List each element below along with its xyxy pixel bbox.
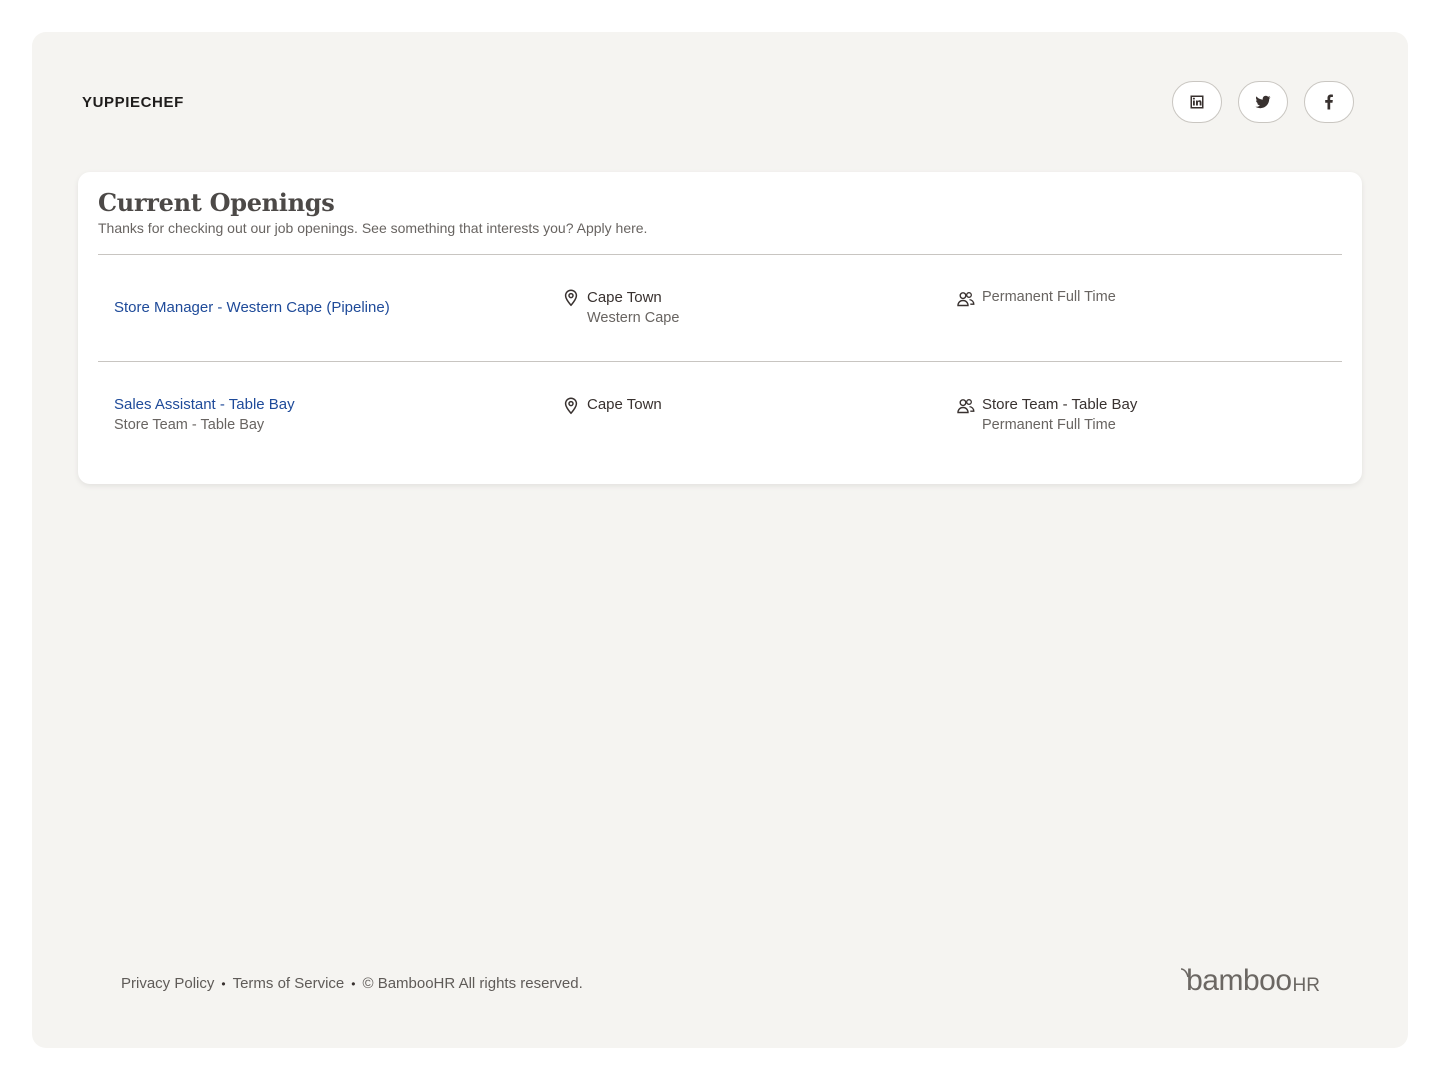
openings-card: Current Openings Thanks for checking out… xyxy=(78,172,1362,484)
job-title-link[interactable]: Sales Assistant - Table Bay xyxy=(114,396,295,413)
job-department: Store Team - Table Bay xyxy=(114,417,265,433)
people-icon xyxy=(957,292,975,307)
social-links xyxy=(1172,81,1354,123)
linkedin-button[interactable] xyxy=(1172,81,1222,123)
privacy-policy-link[interactable]: Privacy Policy xyxy=(121,975,214,992)
location-pin-icon xyxy=(564,397,578,415)
facebook-button[interactable] xyxy=(1304,81,1354,123)
twitter-icon xyxy=(1255,95,1271,109)
copyright-text: © BambooHR All rights reserved. xyxy=(362,975,583,992)
job-region: Western Cape xyxy=(587,310,680,326)
job-team: Store Team - Table Bay xyxy=(982,396,1138,413)
page-frame: YUPPIECHEF Current Openings Thanks for c… xyxy=(32,32,1408,1048)
job-title-link[interactable]: Store Manager - Western Cape (Pipeline) xyxy=(114,299,390,316)
openings-subtitle: Thanks for checking out our job openings… xyxy=(98,220,648,236)
separator-dot: • xyxy=(351,976,356,991)
linkedin-icon xyxy=(1190,95,1204,109)
job-employment-type: Permanent Full Time xyxy=(982,289,1116,305)
terms-of-service-link[interactable]: Terms of Service xyxy=(233,975,345,992)
bamboohr-logo[interactable]: bamboo HR xyxy=(1181,964,1320,997)
openings-title: Current Openings xyxy=(98,188,335,217)
job-employment-type: Permanent Full Time xyxy=(982,417,1116,433)
people-icon xyxy=(957,399,975,414)
job-row: Store Manager - Western Cape (Pipeline) … xyxy=(98,255,1342,361)
job-city: Cape Town xyxy=(587,289,662,306)
footer-links: Privacy Policy • Terms of Service • © Ba… xyxy=(121,975,583,992)
separator-dot: • xyxy=(221,976,226,991)
bamboohr-suffix: HR xyxy=(1292,975,1320,996)
twitter-button[interactable] xyxy=(1238,81,1288,123)
job-city: Cape Town xyxy=(587,396,662,413)
job-row: Sales Assistant - Table Bay Store Team -… xyxy=(98,362,1342,472)
location-pin-icon xyxy=(564,289,578,307)
bamboohr-wordmark: bamboo xyxy=(1186,964,1292,997)
company-logo[interactable]: YUPPIECHEF xyxy=(82,94,184,111)
facebook-icon xyxy=(1325,94,1333,110)
leaf-icon xyxy=(1181,968,1189,978)
